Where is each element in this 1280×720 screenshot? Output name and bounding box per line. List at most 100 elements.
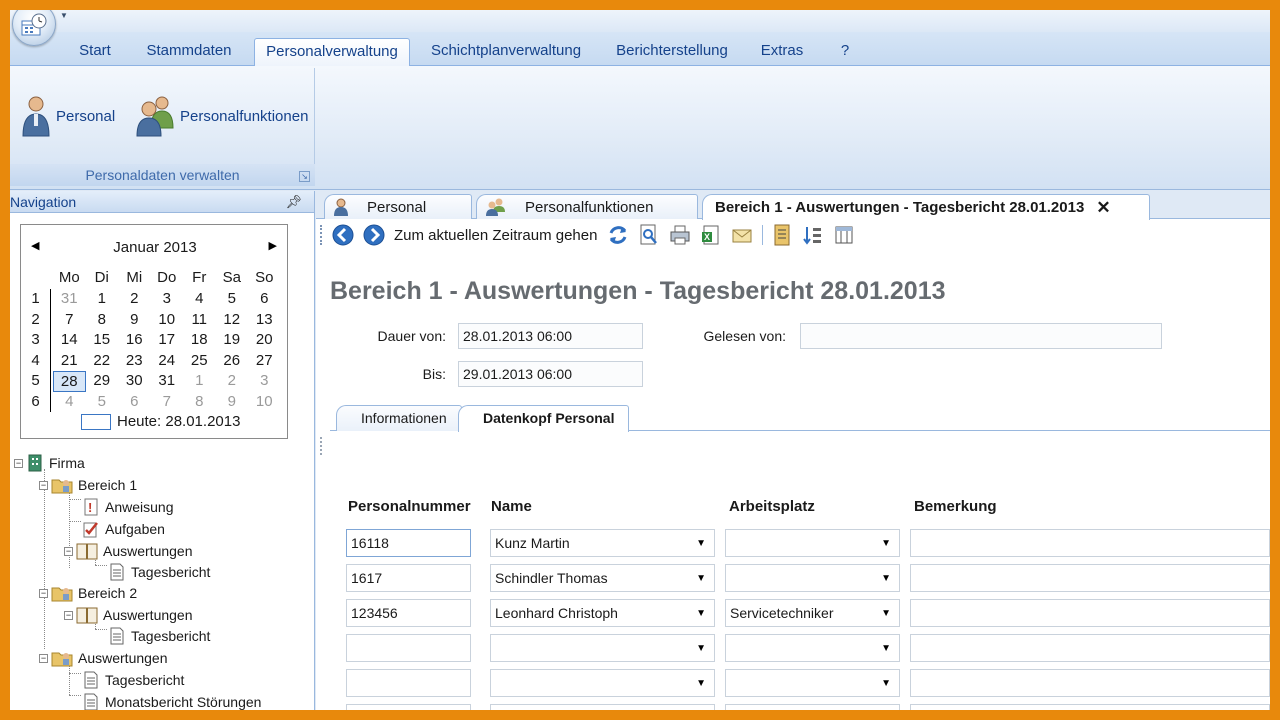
calendar-day[interactable]: 17 [151, 330, 184, 351]
forward-button[interactable] [363, 224, 385, 246]
tree-node-tagesbericht[interactable]: Tagesbericht [108, 626, 210, 646]
tab-personalverwaltung[interactable]: Personalverwaltung [254, 38, 410, 66]
calendar-day[interactable]: 4 [53, 392, 86, 413]
dropdown-arrow-icon[interactable]: ▼ [881, 635, 891, 662]
calendar-day[interactable]: 9 [216, 392, 249, 413]
personalnummer-input[interactable] [346, 634, 471, 662]
dialog-launcher-icon[interactable]: ↘ [299, 171, 310, 182]
calendar-day[interactable]: 6 [118, 392, 151, 413]
calendar-day[interactable]: 5 [86, 392, 119, 413]
calendar-day[interactable]: 12 [216, 310, 249, 331]
calendar-day[interactable]: 3 [248, 371, 281, 392]
tab-help[interactable]: ? [836, 38, 854, 66]
dropdown-arrow-icon[interactable]: ▼ [696, 530, 706, 557]
calendar-day[interactable]: 11 [183, 310, 216, 331]
calendar-day[interactable]: 16 [118, 330, 151, 351]
calendar-day[interactable]: 5 [216, 289, 249, 310]
bis-field[interactable]: 29.01.2013 06:00 [458, 361, 643, 387]
calendar-day[interactable]: 4 [183, 289, 216, 310]
pin-icon[interactable]: 📌︎ [285, 191, 302, 213]
refresh-button[interactable] [607, 224, 629, 246]
calendar-day[interactable]: 8 [86, 310, 119, 331]
calendar-day[interactable]: 27 [248, 351, 281, 372]
calendar-day[interactable]: 2 [118, 289, 151, 310]
tree-node-bereich-2[interactable]: − Bereich 2 [39, 583, 137, 603]
print-preview-button[interactable] [638, 224, 660, 246]
tab-start[interactable]: Start [72, 38, 118, 66]
calendar-day[interactable]: 23 [118, 351, 151, 372]
calendar-day[interactable]: 26 [216, 351, 249, 372]
send-email-button[interactable] [731, 224, 753, 246]
calendar-day[interactable]: 8 [183, 392, 216, 413]
collapse-icon[interactable]: − [64, 610, 73, 620]
tree-node-bereich-1[interactable]: − Bereich 1 [39, 475, 137, 495]
tab-extras[interactable]: Extras [758, 38, 806, 66]
calendar-day[interactable]: 25 [183, 351, 216, 372]
bemerkung-input[interactable] [910, 704, 1270, 710]
dropdown-arrow-icon[interactable]: ▼ [881, 530, 891, 557]
bemerkung-input[interactable] [910, 634, 1270, 662]
collapse-icon[interactable]: − [39, 653, 48, 663]
tab-schichtplanverwaltung[interactable]: Schichtplanverwaltung [428, 38, 584, 66]
gelesen-von-field[interactable] [800, 323, 1162, 349]
personalnummer-input[interactable]: 16118 [346, 529, 471, 557]
personal-button[interactable]: Personal [20, 92, 115, 140]
calendar-day[interactable]: 6 [248, 289, 281, 310]
personalnummer-input[interactable] [346, 669, 471, 697]
calendar-day[interactable]: 13 [248, 310, 281, 331]
calendar-day[interactable]: 2 [216, 371, 249, 392]
calendar-day[interactable]: 7 [151, 392, 184, 413]
calendar-day[interactable]: 30 [118, 371, 151, 392]
calendar-day[interactable]: 31 [53, 289, 86, 310]
tree-node-auswertungen[interactable]: − Auswertungen [64, 605, 193, 625]
tree-node-monatsbericht[interactable]: Monatsbericht Störungen [82, 692, 261, 710]
tree-node-tagesbericht[interactable]: Tagesbericht [82, 670, 184, 690]
bemerkung-input[interactable] [910, 599, 1270, 627]
collapse-icon[interactable]: − [14, 458, 23, 468]
tab-berichterstellung[interactable]: Berichterstellung [612, 38, 732, 66]
print-button[interactable] [669, 224, 691, 246]
calendar-day[interactable]: 20 [248, 330, 281, 351]
dropdown-arrow-icon[interactable]: ▼ [696, 565, 706, 592]
calendar-day[interactable]: 19 [216, 330, 249, 351]
dropdown-arrow-icon[interactable]: ▼ [881, 670, 891, 697]
dauer-von-field[interactable]: 28.01.2013 06:00 [458, 323, 643, 349]
next-month-icon[interactable]: ▶ [269, 239, 277, 252]
calendar-day[interactable]: 3 [151, 289, 184, 310]
dropdown-arrow-icon[interactable]: ▼ [696, 705, 706, 710]
dropdown-arrow-icon[interactable]: ▼ [881, 565, 891, 592]
tree-node-tagesbericht[interactable]: Tagesbericht [108, 562, 210, 582]
export-excel-button[interactable]: X [700, 224, 722, 246]
bemerkung-input[interactable] [910, 529, 1270, 557]
calendar-day[interactable]: 10 [151, 310, 184, 331]
calendar-day[interactable]: 29 [86, 371, 119, 392]
collapse-icon[interactable]: − [64, 546, 73, 556]
report-list-button[interactable] [771, 224, 793, 246]
calendar-day[interactable]: 15 [86, 330, 119, 351]
tree-node-auswertungen-firma[interactable]: − Auswertungen [39, 648, 168, 668]
arbeitsplatz-select[interactable]: ▼ [725, 704, 900, 710]
calendar-day[interactable]: 14 [53, 330, 86, 351]
name-select[interactable]: Leonhard Christoph ▼ [490, 599, 715, 627]
bemerkung-input[interactable] [910, 669, 1270, 697]
toolbar-grip[interactable] [320, 225, 324, 245]
arbeitsplatz-select[interactable]: Servicetechniker ▼ [725, 599, 900, 627]
columns-button[interactable] [833, 224, 855, 246]
name-select[interactable]: Kunz Martin ▼ [490, 529, 715, 557]
collapse-icon[interactable]: − [39, 588, 48, 598]
tree-node-anweisung[interactable]: ! Anweisung [82, 497, 174, 517]
calendar-day[interactable]: 31 [151, 371, 184, 392]
doc-tab-personalfunktionen[interactable]: Personalfunktionen [476, 194, 698, 219]
dropdown-arrow-icon[interactable]: ▼ [881, 600, 891, 627]
tab-stammdaten[interactable]: Stammdaten [142, 38, 236, 66]
arbeitsplatz-select[interactable]: ▼ [725, 634, 900, 662]
calendar-today-link[interactable]: Heute: 28.01.2013 [81, 413, 240, 430]
personalfunktionen-button[interactable]: Personalfunktionen [136, 92, 308, 140]
dropdown-arrow-icon[interactable]: ▼ [696, 600, 706, 627]
calendar-day[interactable]: 18 [183, 330, 216, 351]
calendar-day[interactable]: 9 [118, 310, 151, 331]
goto-current-period-button[interactable]: Zum aktuellen Zeitraum gehen [394, 227, 597, 244]
name-select[interactable]: ▼ [490, 634, 715, 662]
calendar-day[interactable]: 7 [53, 310, 86, 331]
arbeitsplatz-select[interactable]: ▼ [725, 669, 900, 697]
